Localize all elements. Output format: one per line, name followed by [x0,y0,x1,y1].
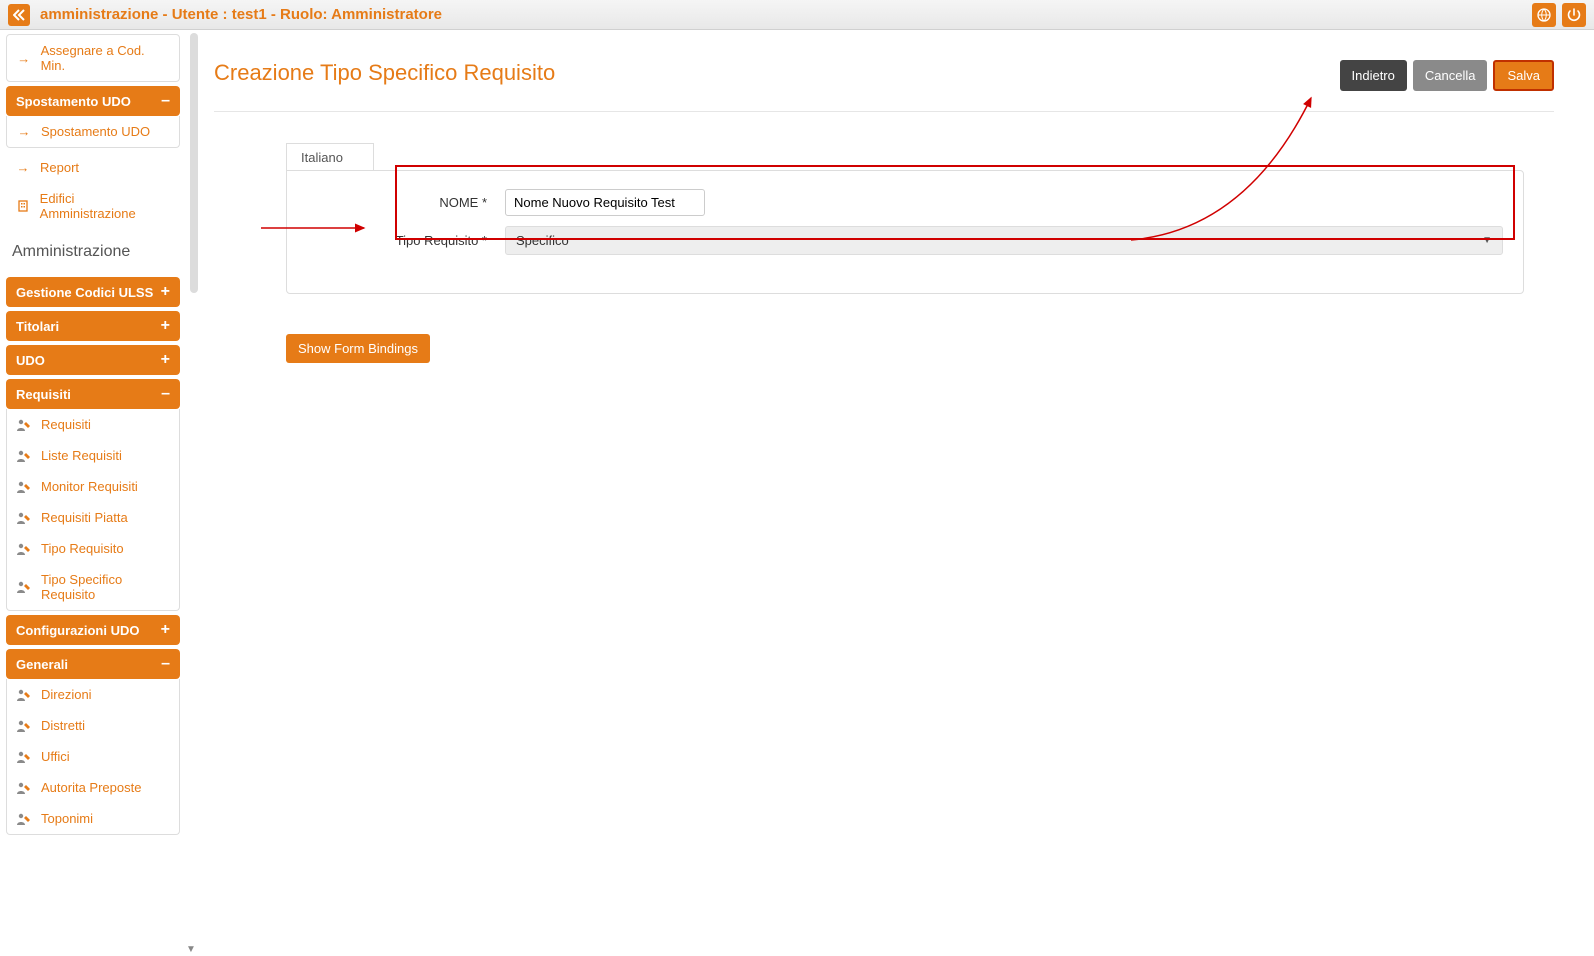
expand-icon: + [161,621,170,639]
chevron-down-icon: ▼ [1482,235,1492,246]
user-edit-icon [17,751,31,763]
section-title: Configurazioni UDO [16,623,140,638]
sidebar-item-label: Monitor Requisiti [41,479,138,494]
sidebar-item-distretti[interactable]: Distretti [7,710,179,741]
user-edit-icon [17,481,31,493]
section-titolari[interactable]: Titolari + [6,311,180,341]
expand-icon: + [161,283,170,301]
user-edit-icon [17,813,31,825]
user-edit-icon [17,782,31,794]
show-form-bindings-button[interactable]: Show Form Bindings [286,334,430,363]
section-title: Gestione Codici ULSS [16,285,153,300]
user-edit-icon [17,543,31,555]
arrow-right-icon: → [16,160,30,175]
expand-icon: + [161,351,170,369]
back-button[interactable]: Indietro [1340,60,1407,91]
form-card: NOME * Tipo Requisito * Specifico ▼ [286,170,1524,294]
sidebar-item-label: Report [40,160,79,175]
sidebar-item-spostamento-udo[interactable]: → Spostamento UDO [7,116,179,147]
collapse-icon: – [161,655,170,673]
arrow-right-icon: → [17,124,31,139]
expand-icon: + [161,317,170,335]
chevron-left-double-icon [13,9,25,21]
sidebar-collapse-button[interactable] [8,4,30,26]
sidebar-item-uffici[interactable]: Uffici [7,741,179,772]
section-generali[interactable]: Generali – [6,649,180,679]
sidebar-item-liste-requisiti[interactable]: Liste Requisiti [7,440,179,471]
tab-italiano[interactable]: Italiano [286,143,374,171]
main-content: Creazione Tipo Specifico Requisito Indie… [186,30,1594,956]
sidebar-item-label: Distretti [41,718,85,733]
save-button[interactable]: Salva [1493,60,1554,91]
sidebar-item-tipo-specifico-requisito[interactable]: Tipo Specifico Requisito [7,564,179,610]
sidebar-item-report[interactable]: → Report [6,152,180,183]
section-configurazioni-udo[interactable]: Configurazioni UDO + [6,615,180,645]
page-title: Creazione Tipo Specifico Requisito [214,60,555,86]
sidebar-item-edifici[interactable]: Edifici Amministrazione [6,183,180,229]
sidebar-item-label: Requisiti Piatta [41,510,128,525]
topbar: amministrazione - Utente : test1 - Ruolo… [0,0,1594,30]
globe-icon [1537,8,1551,22]
section-title: Titolari [16,319,59,334]
sidebar-item-label: Assegnare a Cod. Min. [41,43,169,73]
building-icon [16,200,30,212]
sidebar-item-label: Toponimi [41,811,93,826]
sidebar: → Assegnare a Cod. Min. Spostamento UDO … [0,30,186,956]
sidebar-item-label: Liste Requisiti [41,448,122,463]
sidebar-item-tipo-requisito[interactable]: Tipo Requisito [7,533,179,564]
sidebar-item-label: Direzioni [41,687,92,702]
power-icon [1567,8,1581,22]
sidebar-item-requisiti[interactable]: Requisiti [7,409,179,440]
select-value: Specifico [516,233,569,248]
collapse-icon: – [161,92,170,110]
user-edit-icon [17,512,31,524]
sidebar-item-label: Requisiti [41,417,91,432]
sidebar-item-label: Tipo Specifico Requisito [41,572,169,602]
sidebar-item-requisiti-piatta[interactable]: Requisiti Piatta [7,502,179,533]
nome-input[interactable] [505,189,705,216]
sidebar-item-direzioni[interactable]: Direzioni [7,679,179,710]
sidebar-item-label: Spostamento UDO [41,124,150,139]
admin-section-title: Amministrazione [6,231,180,273]
sidebar-item-label: Autorita Preposte [41,780,141,795]
power-button[interactable] [1562,3,1586,27]
user-edit-icon [17,720,31,732]
section-title: UDO [16,353,45,368]
section-gestione-codici[interactable]: Gestione Codici ULSS + [6,277,180,307]
tipo-requisito-select[interactable]: Specifico ▼ [505,226,1503,255]
sidebar-item-monitor-requisiti[interactable]: Monitor Requisiti [7,471,179,502]
collapse-icon: – [161,385,170,403]
tab-label: Italiano [301,150,343,165]
globe-button[interactable] [1532,3,1556,27]
section-spostamento-udo[interactable]: Spostamento UDO – [6,86,180,116]
tipo-requisito-label: Tipo Requisito * [307,233,487,248]
nome-label: NOME * [307,195,487,210]
user-edit-icon [17,689,31,701]
user-edit-icon [17,581,31,593]
sidebar-item-autorita-preposte[interactable]: Autorita Preposte [7,772,179,803]
cancel-button[interactable]: Cancella [1413,60,1488,91]
sidebar-item-toponimi[interactable]: Toponimi [7,803,179,834]
sidebar-item-label: Uffici [41,749,70,764]
user-edit-icon [17,450,31,462]
sidebar-item-label: Tipo Requisito [41,541,124,556]
sidebar-item-label: Edifici Amministrazione [40,191,170,221]
section-title: Requisiti [16,387,71,402]
page-header-title: amministrazione - Utente : test1 - Ruolo… [40,6,442,23]
section-title: Spostamento UDO [16,94,131,109]
arrow-right-icon: → [17,51,31,66]
sidebar-item-assegnare-cod-min[interactable]: → Assegnare a Cod. Min. [7,35,179,81]
section-requisiti[interactable]: Requisiti – [6,379,180,409]
user-edit-icon [17,419,31,431]
section-title: Generali [16,657,68,672]
section-udo[interactable]: UDO + [6,345,180,375]
